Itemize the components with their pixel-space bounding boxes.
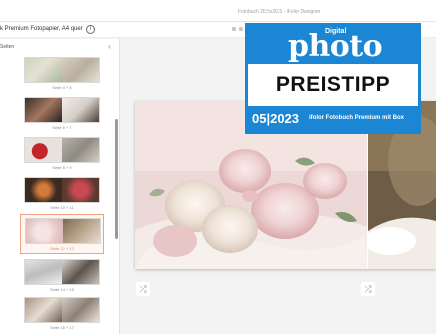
product-name: k Premium Fotopapier, A4 quer: [0, 26, 83, 32]
shuffle-icon[interactable]: ⤮: [361, 282, 375, 296]
thumbnail-label: Seite 4 + 5: [52, 85, 72, 90]
thumbnail-image: [24, 259, 100, 285]
window-title: Fotobuch 20,5x20,5 - iFolor Designer: [238, 9, 321, 15]
title-bar: Fotobuch 20,5x20,5 - iFolor Designer: [0, 0, 436, 22]
thumbnail-image: [24, 137, 100, 163]
thumbnail-image: [25, 218, 101, 244]
badge-footer: 05|2023 ifolor Fotobuch Premium mit Box: [248, 106, 418, 131]
redo-icon[interactable]: [239, 27, 243, 31]
badge-issue: 05|2023: [252, 111, 300, 126]
thumbnail-label: Seite 6 + 7: [52, 125, 72, 130]
sidebar-scrollbar[interactable]: [115, 119, 118, 239]
thumbnail-image: [24, 97, 100, 123]
page-thumbnail[interactable]: Seite 16 + 17: [24, 297, 100, 330]
thumbnail-image: [24, 297, 100, 323]
badge-award-title: PREISTIPP: [275, 73, 391, 96]
app-window: Fotobuch 20,5x20,5 - iFolor Designer k P…: [0, 0, 436, 334]
page-sidebar: Seiten ‹ Seite 4 + 5 Seite 6 + 7 Seite 8…: [0, 39, 120, 334]
page-thumbnail-selected[interactable]: Seite 12 + 13: [20, 214, 104, 254]
award-badge: Digital photo PREISTIPP 05|2023 ifolor F…: [245, 23, 421, 134]
thumbnail-image: [24, 177, 100, 203]
page-thumbnail[interactable]: Seite 10 + 11: [24, 177, 100, 210]
page-thumbnail[interactable]: Seite 14 + 15: [24, 259, 100, 292]
thumbnail-label: Seite 16 + 17: [50, 325, 74, 330]
badge-product: ifolor Fotobuch Premium mit Box: [309, 115, 405, 121]
info-icon[interactable]: i: [86, 25, 95, 34]
badge-magazine-logo: photo: [288, 29, 383, 64]
thumbnail-image: [24, 57, 100, 83]
chevron-left-icon[interactable]: ‹: [108, 42, 111, 51]
thumbnail-label: Seite 10 + 11: [50, 205, 74, 210]
page-thumbnail[interactable]: Seite 4 + 5: [24, 57, 100, 90]
sidebar-header: Seiten ‹: [0, 41, 120, 53]
sidebar-title: Seiten: [0, 44, 15, 50]
badge-header: Digital photo: [248, 26, 418, 64]
page-thumbnail[interactable]: Seite 6 + 7: [24, 97, 100, 130]
thumbnail-label: Seite 8 + 9: [52, 165, 72, 170]
thumbnail-label: Seite 12 + 13: [50, 246, 74, 251]
thumbnail-label: Seite 14 + 15: [50, 287, 74, 292]
shuffle-icon[interactable]: ⤮: [136, 282, 150, 296]
page-thumbnail[interactable]: Seite 8 + 9: [24, 137, 100, 170]
undo-icon[interactable]: [232, 27, 236, 31]
